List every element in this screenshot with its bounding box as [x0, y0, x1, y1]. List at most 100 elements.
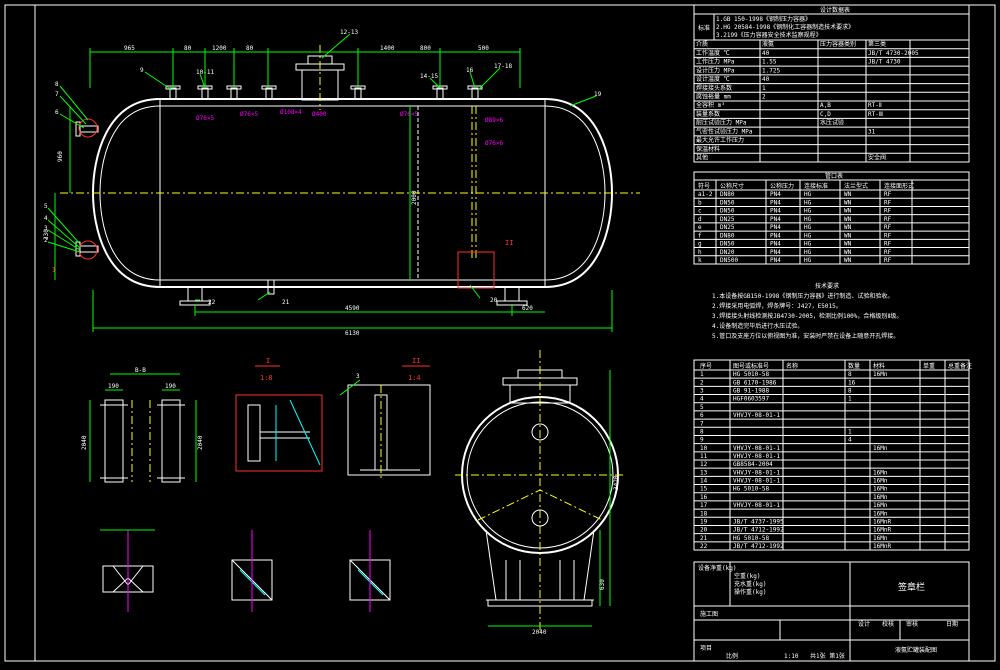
nozzle-cell: RF [884, 232, 892, 239]
spec-table-title: 设计数据表 [820, 6, 850, 14]
role-check: 校核 [882, 620, 894, 628]
weld-details [100, 529, 391, 612]
nozzle-cell: WN [844, 249, 852, 256]
nozzle-cell: PN4 [770, 191, 781, 198]
nozzle-cell: HG [804, 224, 812, 231]
callout-16: 16 [466, 67, 474, 74]
parts-cell: 2 [700, 379, 704, 386]
parts-cell: 16Mn [873, 510, 888, 517]
parts-cell: 8 [848, 388, 852, 395]
nozzle-cell: DN80 [720, 232, 735, 239]
callout-14-15: 14-15 [420, 73, 438, 80]
parts-header: 备注 [960, 362, 972, 370]
spec-cell: 腐蚀裕量 mm [696, 93, 731, 101]
parts-cell: 4 [700, 396, 704, 403]
nozzle-cell: g [698, 241, 702, 248]
callout-leaders [47, 33, 597, 301]
notes-title: 技术要求 [815, 282, 839, 290]
spec-cell: 安全阀 [868, 154, 886, 162]
spec-cell: 31 [868, 128, 876, 135]
phase-label: 施工图 [700, 610, 718, 618]
nozzle-cell: DN20 [720, 249, 735, 256]
nozzle-cell: k [698, 257, 702, 264]
parts-cell: JB/T 4737-1995 [733, 518, 784, 525]
weight-label: 设备净重(kg) [698, 564, 736, 572]
end-view: 3420 2040 630 [455, 350, 625, 636]
spec-std-2: 2.HG 20584-1998《钢制化工容器制造技术要求》 [716, 23, 854, 31]
nozzle-cell: WN [844, 199, 852, 206]
spec-cell: 工作压力 MPa [696, 58, 735, 66]
nozzle-cell: WN [844, 208, 852, 215]
pipe-size-4: Ø76×5 [400, 111, 418, 118]
nozzle-cell: PN4 [770, 232, 781, 239]
sheet-info: 共1张 第1张 [810, 652, 845, 660]
parts-cell: 19 [700, 518, 708, 525]
parts-cell: 16MnR [873, 543, 891, 550]
pipe-size-5: Ø89×6 [485, 117, 503, 124]
parts-cell: 8 [848, 371, 852, 378]
parts-cell: 16Mn [873, 502, 888, 509]
parts-cell: 7 [700, 420, 704, 427]
spec-cell: 保温材料 [696, 145, 720, 153]
callout-3: 3 [44, 225, 48, 232]
parts-cell: VHVJY-08-01-1 [733, 469, 780, 476]
nozzle-cell: WN [844, 241, 852, 248]
nozzle-cell: RF [884, 208, 892, 215]
parts-cell: 13 [700, 469, 708, 476]
spec-cell: JB/T 4730-2005 [868, 50, 919, 57]
spec-cell: 1 [762, 85, 766, 92]
dim-top-6: 800 [420, 45, 431, 52]
role-date: 日期 [946, 620, 958, 628]
section-mark-I: I [52, 266, 56, 274]
parts-cell: GB 6170-1986 [733, 379, 777, 386]
scale-label: 比例 [726, 652, 738, 660]
dim-II: 3 [356, 373, 360, 380]
nozzle-cell: PN4 [770, 199, 781, 206]
weight-1: 空重(kg) [734, 572, 760, 580]
parts-cell: HGF0603597 [733, 396, 770, 403]
parts-header: 图号或标准号 [733, 362, 769, 370]
spec-cell: RT-Ⅱ [868, 102, 882, 109]
project-label: 项目 [700, 645, 712, 652]
parts-cell: 5 [700, 404, 704, 411]
spec-cell: 1.725 [762, 67, 780, 74]
parts-cell: 18 [700, 510, 708, 517]
nozzle-cell: RF [884, 199, 892, 206]
callout-20: 20 [490, 297, 498, 304]
detail-bb: B-B 190 190 2040 2040 [81, 367, 204, 483]
spec-cell: 设计温度 ℃ [696, 75, 730, 83]
nozzle-cell: PN4 [770, 224, 781, 231]
section-mark-II: II [505, 239, 513, 247]
detail-I: I 1:8 [235, 357, 323, 472]
nozzle-cell: DN50 [720, 241, 735, 248]
nozzle-cell: DN500 [720, 257, 738, 264]
nozzle-cell: RF [884, 249, 892, 256]
parts-cell: 16 [848, 379, 856, 386]
parts-cell: HG 5010-58 [733, 486, 770, 493]
nozzle-cell: HG [804, 241, 812, 248]
nozzle-cell: PN4 [770, 257, 781, 264]
spec-cell: C,D [820, 111, 831, 118]
dim-top-1: 965 [124, 45, 135, 52]
parts-cell: 10 [700, 445, 708, 452]
spec-cell: 装量系数 [696, 110, 720, 118]
notes-lines: 1.本设备按GB150-1998《钢制压力容器》进行制造、试验和验收。 2.焊接采… [712, 292, 902, 340]
nozzle-header: 连接标准 [804, 182, 828, 190]
parts-cell: 12 [700, 461, 708, 468]
note-line: 4.设备制造完毕后进行水压试验。 [712, 322, 803, 330]
nozzle-cell: RF [884, 224, 892, 231]
spec-std-head: 标准 [698, 24, 710, 32]
nozzle-cell: WN [844, 216, 852, 223]
nozzle-cell: DN25 [720, 216, 735, 223]
dim-top-3: 1200 [212, 45, 227, 52]
cad-drawing-canvas: 965 80 1200 80 1400 800 500 Ø76×5 Ø76×5 … [0, 0, 1000, 666]
pipe-size-1: Ø76×5 [196, 115, 214, 122]
weight-2: 充水重(kg) [734, 580, 766, 588]
note-line: 2.焊接采用电弧焊，焊条牌号：J427，E5015。 [712, 302, 842, 310]
spec-cell: A,B [820, 102, 831, 109]
parts-rows: 1 HG 5010-58 8 16Mn2 GB 6170-1986 163 GB 91-19… [694, 371, 969, 551]
top-dimension-lines [89, 48, 521, 88]
parts-header: 数量 [848, 362, 860, 370]
nozzle-cell: DN50 [720, 199, 735, 206]
nozzle-rows: a1-2 DN80 PN4 HG WN RF b DN50 PN4 HG WN RF c DN50 PN4 H… [694, 191, 969, 264]
